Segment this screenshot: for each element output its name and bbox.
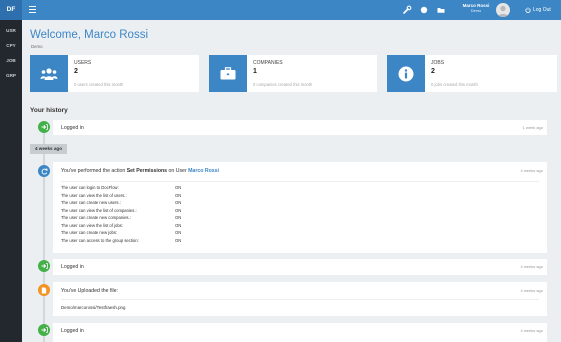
permissions-list: The user can login to DocFlow: ON The use…: [61, 181, 539, 244]
stat-note: 0 jobs created this month: [431, 82, 478, 87]
history-item: Logged in 4 weeks ago: [53, 259, 547, 275]
event-time: 4 weeks ago: [520, 328, 543, 333]
permission-label: The user can view the list of companies.…: [61, 207, 137, 213]
stat-jobs[interactable]: JOBS 2 0 jobs created this month: [387, 55, 557, 92]
timeline-dot: [38, 260, 50, 272]
logout-button[interactable]: Log Out: [525, 0, 551, 20]
stat-note: 0 users created this month: [74, 82, 124, 87]
refresh-icon: [41, 167, 48, 174]
permission-value: ON: [175, 230, 182, 235]
sidebar-item-users[interactable]: USR: [0, 23, 22, 38]
brand-logo[interactable]: DF: [0, 0, 22, 20]
history-item: Logged in 1 week ago: [53, 120, 547, 135]
event-time: 4 weeks ago: [520, 288, 543, 293]
avatar[interactable]: [496, 3, 510, 17]
permission-row: The user can view the list of companies.…: [61, 207, 539, 215]
event-time: 4 weeks ago: [520, 168, 543, 173]
stat-note: 0 companies created this month: [253, 82, 313, 87]
login-icon: [41, 327, 48, 333]
user-info[interactable]: Marco Rossi Demo: [456, 3, 496, 14]
history-item: Logged in 4 weeks ago: [53, 323, 547, 342]
permission-label: The user can create new users.:: [61, 200, 121, 205]
timeline-dot: [38, 284, 50, 296]
permission-label: The user can view the list of users.:: [61, 192, 127, 198]
timeline-dot: [38, 121, 50, 133]
permission-value: ON: [175, 192, 182, 198]
date-badge: 4 weeks ago: [30, 144, 67, 154]
event-text: You've performed the action Set Permissi…: [61, 168, 219, 174]
timeline-line: [43, 123, 45, 342]
permission-value: ON: [175, 237, 182, 243]
permission-row: The user can access to the group section…: [61, 237, 539, 245]
permission-value: ON: [175, 222, 182, 228]
page-title: Welcome, Marco Rossi: [30, 29, 149, 41]
history-item: You've performed the action Set Permissi…: [53, 162, 547, 253]
users-icon: [40, 67, 58, 80]
event-prefix: You've performed the action: [61, 168, 127, 174]
timeline-dot: [38, 165, 50, 177]
wrench-icon[interactable]: [402, 5, 412, 15]
event-text: You've Uploaded the file:: [61, 288, 119, 294]
permission-label: The user can create new jobs:: [61, 230, 118, 235]
event-action: Set Permissions: [126, 168, 168, 174]
permission-row: The user can login to DocFlow: ON: [61, 184, 539, 192]
event-text: Logged in: [61, 125, 84, 131]
permission-row: The user can create new jobs: ON: [61, 229, 539, 237]
menu-toggle-icon[interactable]: [29, 6, 36, 13]
uploaded-file[interactable]: Demo/marcorossi/Testfraesh.png: [61, 299, 539, 310]
permission-label: The user can login to DocFlow:: [61, 185, 119, 190]
page-subtitle: Demo: [31, 44, 43, 49]
stat-value: 2: [74, 68, 78, 75]
event-text: Logged in: [61, 328, 84, 334]
history-title: Your history: [30, 107, 68, 114]
permission-row: The user can create new users.: ON: [61, 199, 539, 207]
sidebar: USR CPY JOB GRP: [0, 20, 22, 342]
login-icon: [41, 124, 48, 130]
permission-label: The user can access to the group section…: [61, 237, 139, 243]
login-icon: [41, 263, 48, 269]
power-icon: [525, 7, 531, 13]
stat-value: 1: [253, 68, 257, 75]
event-text: Logged in: [61, 264, 84, 270]
stat-label: USERS: [74, 60, 92, 66]
history-item: You've Uploaded the file: 4 weeks ago De…: [53, 282, 547, 316]
event-time: 4 weeks ago: [520, 264, 543, 269]
timeline-dot: [38, 324, 50, 336]
stat-users[interactable]: USERS 2 0 users created this month: [30, 55, 199, 92]
permission-row: The user can create new companies.: ON: [61, 214, 539, 222]
user-circle-icon[interactable]: [419, 5, 429, 15]
event-time: 1 week ago: [522, 125, 543, 130]
stat-label: COMPANIES: [253, 60, 283, 66]
permission-label: The user can create new companies.:: [61, 215, 131, 220]
permission-value: ON: [175, 207, 182, 213]
permission-row: The user can view the list of jobs: ON: [61, 222, 539, 230]
upload-icon: [41, 287, 47, 293]
info-icon: [398, 66, 414, 81]
event-user-link[interactable]: Marco Rossi: [188, 168, 219, 174]
permission-value: ON: [175, 215, 182, 220]
stat-companies[interactable]: COMPANIES 1 0 companies created this mon…: [209, 55, 377, 92]
permission-value: ON: [175, 185, 182, 190]
stat-value: 2: [431, 68, 435, 75]
event-mid: on User: [167, 168, 189, 174]
main-content: Welcome, Marco Rossi Demo USERS 2 0 user…: [22, 20, 561, 342]
permission-label: The user can view the list of jobs:: [61, 222, 123, 228]
sidebar-item-jobs[interactable]: JOB: [0, 53, 22, 68]
avatar-icon: [498, 5, 508, 17]
briefcase-icon: [220, 67, 236, 80]
folder-icon[interactable]: [436, 5, 446, 15]
user-role: Demo: [470, 9, 482, 13]
top-navbar: DF Marco Rossi Demo Log Out: [0, 0, 561, 20]
sidebar-item-companies[interactable]: CPY: [0, 38, 22, 53]
logout-label: Log Out: [533, 7, 551, 13]
sidebar-item-groups[interactable]: GRP: [0, 68, 22, 83]
permission-row: The user can view the list of users.: ON: [61, 192, 539, 200]
permission-value: ON: [175, 200, 182, 205]
stat-label: JOBS: [431, 60, 445, 66]
